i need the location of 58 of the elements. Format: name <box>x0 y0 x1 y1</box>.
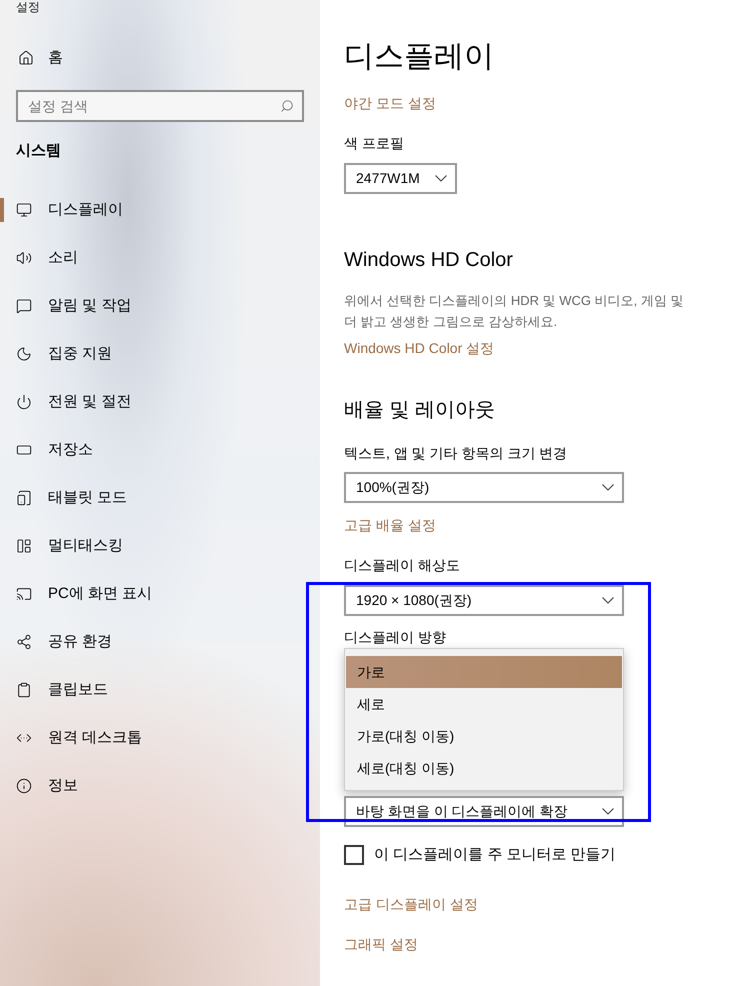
windows-layout-icon <box>16 538 32 554</box>
search-icon <box>280 99 294 113</box>
sidebar-item[interactable]: 공유 환경 <box>0 618 320 666</box>
menu-option[interactable]: 세로(대칭 이동) <box>346 752 622 784</box>
sidebar-item[interactable]: 소리 <box>0 234 320 282</box>
settings-link[interactable]: 그래픽 설정 <box>344 934 418 954</box>
clipboard-icon <box>16 682 32 698</box>
field-label: 텍스트, 앱 및 기타 항목의 크기 변경 <box>344 444 568 463</box>
sidebar-item[interactable]: 전원 및 절전 <box>0 378 320 426</box>
power-icon <box>16 394 32 410</box>
projection-icon <box>16 586 32 602</box>
menu-option[interactable]: 가로 <box>346 656 622 688</box>
chevron-down-icon <box>602 597 614 604</box>
color-profile-dropdown[interactable]: 2477W1M <box>344 163 457 194</box>
section-heading: 배율 및 레이아웃 <box>344 398 496 423</box>
home-icon <box>18 50 34 66</box>
info-icon <box>16 778 32 794</box>
sidebar-item[interactable]: 저장소 <box>0 426 320 474</box>
sidebar-item[interactable]: 원격 데스크톱 <box>0 714 320 762</box>
monitor-icon <box>16 202 32 218</box>
chevron-down-icon <box>435 175 447 182</box>
settings-link[interactable]: 야간 모드 설정 <box>344 93 436 113</box>
sidebar-item[interactable]: 클립보드 <box>0 666 320 714</box>
section-heading: Windows HD Color <box>344 248 513 273</box>
description-text: 위에서 선택한 디스플레이의 HDR 및 WCG 비디오, 게임 및 <box>344 292 684 310</box>
sidebar-item[interactable]: 알림 및 작업 <box>0 282 320 330</box>
window-title: 설정 <box>16 0 40 14</box>
scale-dropdown[interactable]: 100%(권장) <box>344 472 624 503</box>
home-nav-item[interactable]: 홈 <box>0 40 320 76</box>
menu-option[interactable]: 세로 <box>346 688 622 720</box>
sidebar-item[interactable]: 집중 지원 <box>0 330 320 378</box>
settings-link[interactable]: 고급 디스플레이 설정 <box>344 894 478 914</box>
settings-link[interactable]: 고급 배율 설정 <box>344 515 436 535</box>
field-label: 디스플레이 해상도 <box>344 556 460 575</box>
checkbox[interactable] <box>344 845 364 865</box>
field-label: 색 프로필 <box>344 134 404 153</box>
tablet-icon <box>16 490 32 506</box>
checkbox-label: 이 디스플레이를 주 모니터로 만들기 <box>374 845 616 865</box>
speaker-icon <box>16 250 32 266</box>
sidebar-item[interactable]: 멀티태스킹 <box>0 522 320 570</box>
sidebar-item[interactable]: 정보 <box>0 762 320 810</box>
share-icon <box>16 634 32 650</box>
menu-option[interactable]: 가로(대칭 이동) <box>346 720 622 752</box>
chevron-down-icon <box>602 484 614 491</box>
section-heading: 시스템 <box>16 141 61 161</box>
sidebar-item[interactable]: PC에 화면 표시 <box>0 570 320 618</box>
chevron-down-icon <box>602 808 614 815</box>
sidebar-item[interactable]: 디스플레이 <box>0 186 320 234</box>
resolution-dropdown[interactable]: 1920 × 1080(권장) <box>344 585 624 616</box>
multi-display-dropdown[interactable]: 바탕 화면을 이 디스플레이에 확장 <box>344 796 624 827</box>
field-label: 디스플레이 방향 <box>344 628 446 647</box>
speech-bubble-icon <box>16 298 32 314</box>
settings-link[interactable]: Windows HD Color 설정 <box>344 338 494 358</box>
description-text: 더 밝고 생생한 그림으로 감상하세요. <box>344 313 558 331</box>
search-field[interactable]: 설정 검색 <box>16 90 304 122</box>
page-title: 디스플레이 <box>344 39 494 75</box>
moon-icon <box>16 346 32 362</box>
sidebar-item[interactable]: 태블릿 모드 <box>0 474 320 522</box>
